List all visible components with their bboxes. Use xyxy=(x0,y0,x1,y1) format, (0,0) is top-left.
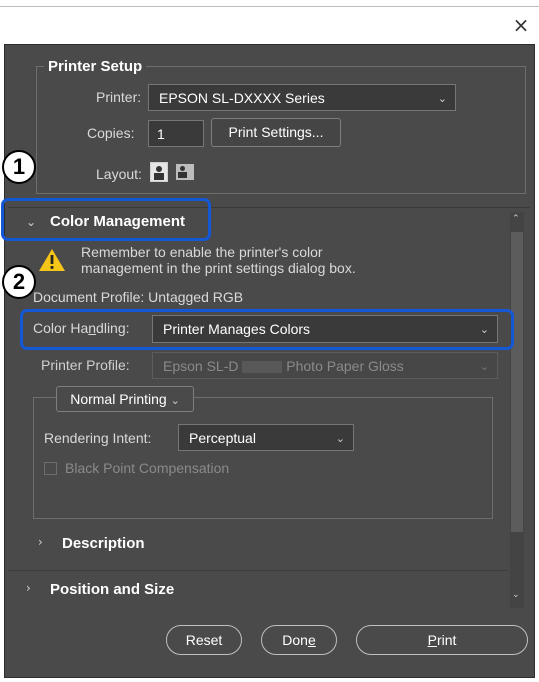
scrollbar-thumb[interactable] xyxy=(511,232,523,532)
printer-setup-title: Printer Setup xyxy=(44,58,147,75)
printer-profile-value-b: Photo Paper Gloss xyxy=(286,358,404,374)
position-size-divider xyxy=(8,570,508,571)
chevron-down-icon: ⌄ xyxy=(479,323,489,336)
chevron-down-icon: ⌄ xyxy=(437,92,447,105)
color-handling-select[interactable]: Printer Manages Colors ⌄ xyxy=(152,315,498,343)
printer-select[interactable]: EPSON SL-DXXXX Series ⌄ xyxy=(148,84,456,111)
redacted-block xyxy=(242,361,283,374)
warning-line-2: management in the print settings dialog … xyxy=(81,260,356,276)
chevron-down-icon[interactable]: ⌄ xyxy=(26,215,36,229)
rendering-intent-value: Perceptual xyxy=(189,430,256,446)
printer-select-value: EPSON SL-DXXXX Series xyxy=(159,90,325,106)
reset-button[interactable]: Reset xyxy=(166,625,242,655)
print-button[interactable]: Print xyxy=(356,625,528,655)
description-section-title[interactable]: Description xyxy=(62,535,145,552)
document-profile: Document Profile: Untagged RGB xyxy=(33,289,244,305)
landscape-orientation-icon[interactable] xyxy=(176,164,194,180)
rendering-intent-select[interactable]: Perceptual ⌄ xyxy=(178,424,354,451)
color-handling-value: Printer Manages Colors xyxy=(163,321,311,337)
warning-icon xyxy=(39,249,65,271)
color-management-title[interactable]: Color Management xyxy=(50,213,185,230)
printer-profile-label: Printer Profile: xyxy=(41,357,130,373)
black-point-label: Black Point Compensation xyxy=(65,460,230,476)
chevron-right-icon[interactable]: › xyxy=(26,581,31,595)
position-size-section-title[interactable]: Position and Size xyxy=(50,581,174,598)
black-point-checkbox[interactable] xyxy=(44,462,57,475)
printer-label: Printer: xyxy=(96,89,142,105)
scroll-down-icon[interactable]: ⌄ xyxy=(512,590,520,600)
scrollbar-track[interactable]: ⌃ ⌄ xyxy=(510,212,524,608)
chevron-down-icon: ⌄ xyxy=(335,432,345,445)
layout-label: Layout: xyxy=(96,166,142,182)
close-icon[interactable]: × xyxy=(510,14,532,36)
copies-input[interactable]: 1 xyxy=(148,120,204,147)
print-settings-button[interactable]: Print Settings... xyxy=(211,118,341,147)
scroll-up-icon[interactable]: ⌃ xyxy=(512,214,520,224)
chevron-right-icon[interactable]: › xyxy=(38,535,43,549)
normal-printing-dropdown[interactable]: Normal Printing ⌄ xyxy=(56,386,194,412)
warning-line-1: Remember to enable the printer's color xyxy=(81,244,323,260)
callout-number-1: 1 xyxy=(2,150,36,184)
color-handling-label: Color Handling: xyxy=(33,320,130,336)
printer-profile-select[interactable]: Epson SL-D Photo Paper Gloss ⌄ xyxy=(152,352,498,379)
chevron-down-icon: ⌄ xyxy=(170,394,180,407)
chevron-down-icon: ⌄ xyxy=(479,360,489,373)
printer-profile-value-a: Epson SL-D xyxy=(163,358,239,374)
rendering-intent-label: Rendering Intent: xyxy=(44,430,152,446)
window-top-border xyxy=(0,6,539,7)
normal-printing-group xyxy=(33,397,493,519)
copies-label: Copies: xyxy=(87,125,135,141)
portrait-orientation-icon[interactable] xyxy=(150,162,168,182)
done-button[interactable]: Done xyxy=(261,625,337,655)
callout-number-2: 2 xyxy=(2,265,36,299)
